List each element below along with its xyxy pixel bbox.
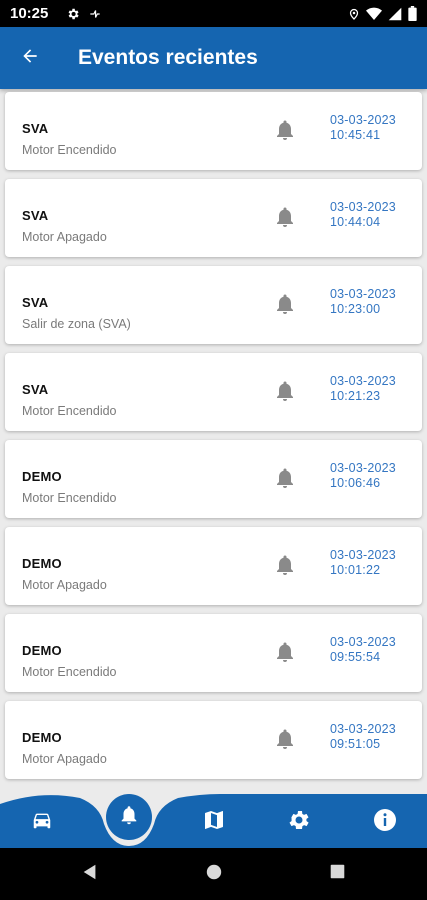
system-navigation-bar: [0, 848, 427, 900]
event-name: DEMO: [22, 556, 62, 571]
event-time: 10:21:23: [330, 389, 381, 403]
event-time: 10:44:04: [330, 215, 381, 229]
nav-vehicles-button[interactable]: [22, 806, 62, 838]
gear-icon: [287, 808, 311, 837]
event-timestamp: 03-03-2023 10:06:46: [330, 461, 396, 491]
nav-info-button[interactable]: [367, 806, 403, 838]
event-date: 03-03-2023: [330, 287, 396, 301]
event-card[interactable]: SVA Motor Encendido 03-03-2023 10:21:23: [5, 353, 422, 431]
bell-icon: [273, 379, 297, 403]
square-recents-icon: [329, 863, 346, 885]
event-timestamp: 03-03-2023 10:44:04: [330, 200, 396, 230]
event-card[interactable]: SVA Salir de zona (SVA) 03-03-2023 10:23…: [5, 266, 422, 344]
bell-icon: [273, 118, 297, 142]
event-description: Motor Encendido: [22, 491, 117, 505]
bell-icon: [273, 292, 297, 316]
settings-status-icon: [66, 7, 80, 21]
data-saver-icon: [88, 7, 102, 21]
event-timestamp: 03-03-2023 10:45:41: [330, 113, 396, 143]
event-timestamp: 03-03-2023 10:23:00: [330, 287, 396, 317]
event-time: 10:06:46: [330, 476, 381, 490]
event-name: DEMO: [22, 469, 62, 484]
event-time: 10:01:22: [330, 563, 381, 577]
map-icon: [202, 808, 226, 837]
back-button[interactable]: [0, 27, 60, 89]
event-card[interactable]: DEMO Motor Apagado 03-03-2023 09:51:05: [5, 701, 422, 779]
event-date: 03-03-2023: [330, 461, 396, 475]
event-time: 09:51:05: [330, 737, 381, 751]
event-timestamp: 03-03-2023 10:01:22: [330, 548, 396, 578]
event-date: 03-03-2023: [330, 374, 396, 388]
event-date: 03-03-2023: [330, 635, 396, 649]
bell-icon: [273, 466, 297, 490]
event-date: 03-03-2023: [330, 113, 396, 127]
events-list[interactable]: SVA Motor Encendido 03-03-2023 10:45:41 …: [0, 89, 427, 794]
bell-icon: [273, 205, 297, 229]
event-name: DEMO: [22, 730, 62, 745]
event-timestamp: 03-03-2023 10:21:23: [330, 374, 396, 404]
nav-map-button[interactable]: [196, 806, 232, 838]
battery-icon: [408, 6, 417, 21]
bottom-navigation: [0, 794, 427, 848]
signal-icon: [388, 7, 402, 21]
event-description: Salir de zona (SVA): [22, 317, 131, 331]
bell-icon: [118, 804, 140, 831]
event-name: SVA: [22, 121, 49, 136]
event-name: DEMO: [22, 643, 62, 658]
nav-events-button[interactable]: [106, 794, 152, 840]
nav-settings-button[interactable]: [281, 806, 317, 838]
event-name: SVA: [22, 208, 49, 223]
bell-icon: [273, 553, 297, 577]
event-description: Motor Apagado: [22, 230, 107, 244]
system-back-button[interactable]: [80, 864, 100, 884]
event-time: 10:23:00: [330, 302, 381, 316]
event-time: 09:55:54: [330, 650, 381, 664]
arrow-back-icon: [20, 46, 40, 71]
event-card[interactable]: DEMO Motor Encendido 03-03-2023 10:06:46: [5, 440, 422, 518]
event-card[interactable]: SVA Motor Apagado 03-03-2023 10:44:04: [5, 179, 422, 257]
system-home-button[interactable]: [204, 864, 224, 884]
event-date: 03-03-2023: [330, 200, 396, 214]
event-description: Motor Encendido: [22, 404, 117, 418]
circle-home-icon: [205, 863, 223, 886]
info-icon: [373, 808, 397, 837]
event-description: Motor Encendido: [22, 143, 117, 157]
event-time: 10:45:41: [330, 128, 381, 142]
event-card[interactable]: SVA Motor Encendido 03-03-2023 10:45:41: [5, 92, 422, 170]
event-date: 03-03-2023: [330, 722, 396, 736]
status-bar: 10:25: [0, 0, 427, 27]
bell-icon: [273, 640, 297, 664]
location-icon: [348, 7, 360, 21]
page-title: Eventos recientes: [78, 46, 258, 69]
event-date: 03-03-2023: [330, 548, 396, 562]
car-icon: [29, 809, 55, 836]
wifi-icon: [366, 7, 382, 21]
system-recents-button[interactable]: [327, 864, 347, 884]
event-description: Motor Apagado: [22, 578, 107, 592]
status-time: 10:25: [10, 5, 49, 22]
event-card[interactable]: DEMO Motor Apagado 03-03-2023 10:01:22: [5, 527, 422, 605]
event-name: SVA: [22, 295, 49, 310]
app-bar: Eventos recientes: [0, 27, 427, 89]
event-description: Motor Encendido: [22, 665, 117, 679]
event-timestamp: 03-03-2023 09:51:05: [330, 722, 396, 752]
triangle-back-icon: [81, 863, 99, 886]
bell-icon: [273, 727, 297, 751]
event-card[interactable]: DEMO Motor Encendido 03-03-2023 09:55:54: [5, 614, 422, 692]
event-name: SVA: [22, 382, 49, 397]
event-timestamp: 03-03-2023 09:55:54: [330, 635, 396, 665]
event-description: Motor Apagado: [22, 752, 107, 766]
